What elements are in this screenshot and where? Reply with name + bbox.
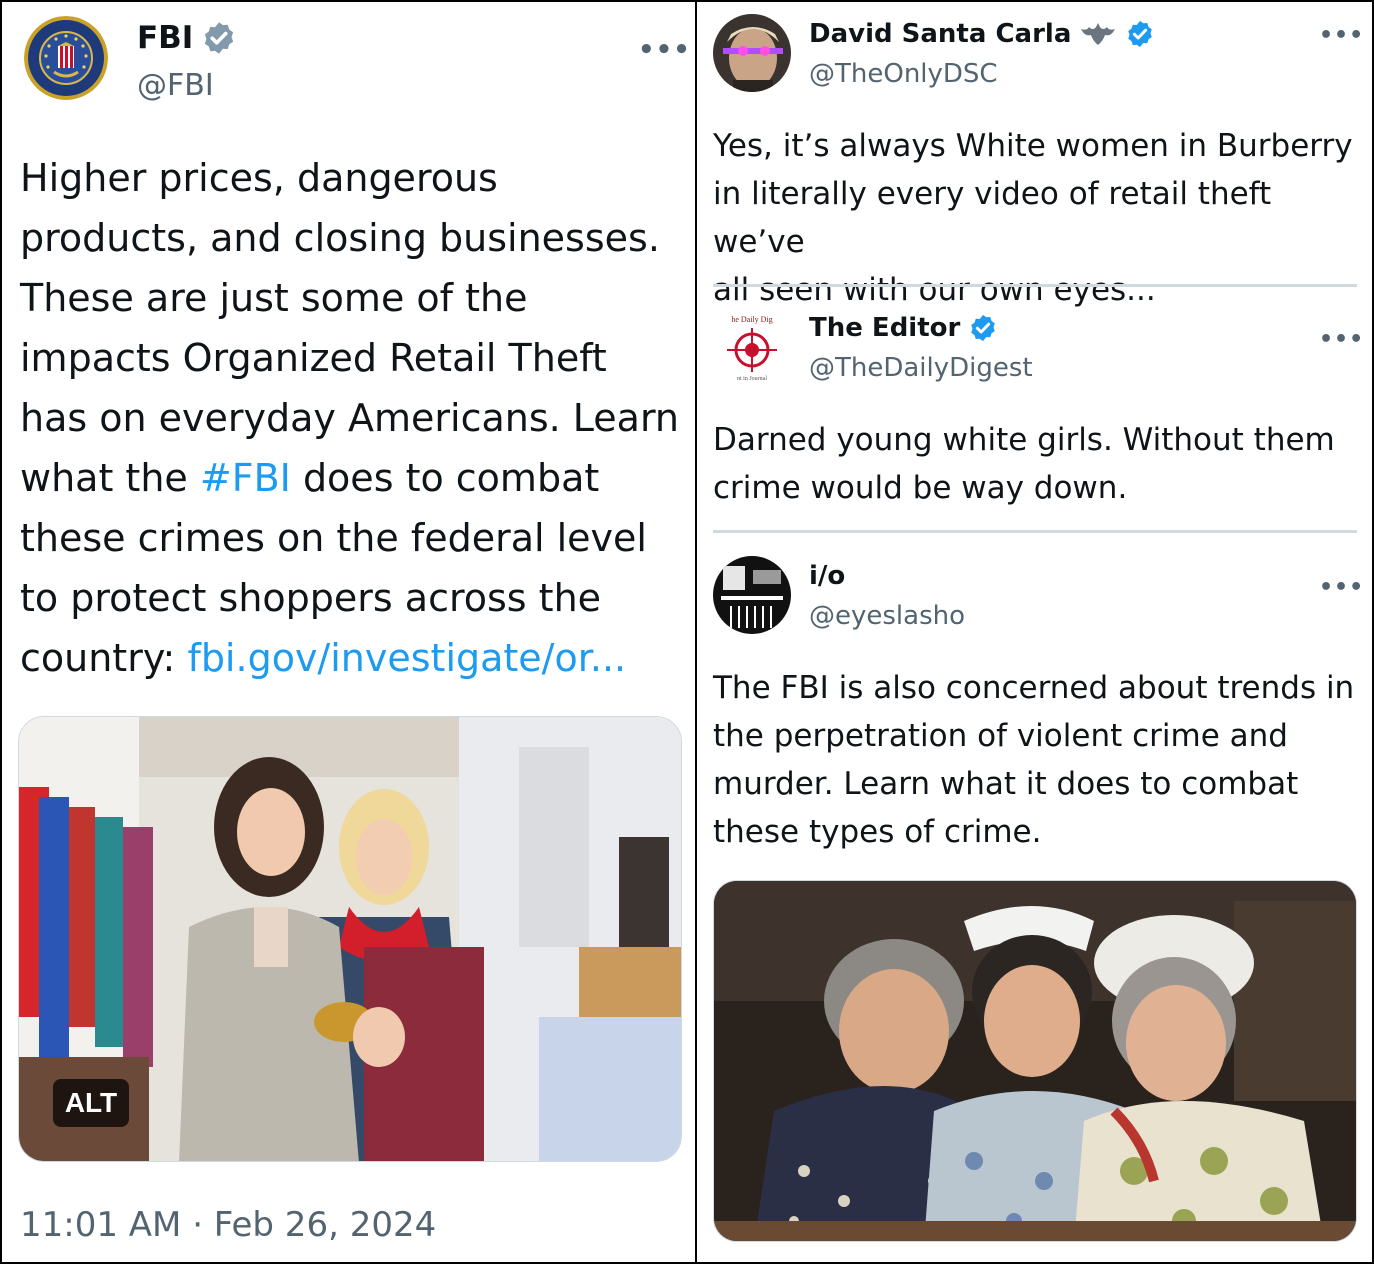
more-dots-icon[interactable]: ••• (1319, 25, 1364, 47)
verified-blue-badge-icon[interactable] (968, 313, 998, 343)
post-image-shoppers[interactable]: ALT (18, 716, 682, 1162)
reply-text: Darned young white girls. Without them c… (713, 422, 1335, 506)
svg-text:nt in Journal: nt in Journal (737, 376, 767, 382)
reply-separator (713, 284, 1357, 287)
reply-author-name[interactable]: David Santa Carla (809, 16, 1155, 52)
post-text-part-1: Higher prices, dangerous products, and c… (20, 156, 679, 500)
external-link[interactable]: fbi.gov/investigate/or... (187, 636, 626, 680)
bat-icon (1079, 21, 1117, 47)
reply-author-handle[interactable]: @TheDailyDigest (809, 350, 1033, 386)
reply-text: The FBI is also concerned about trends i… (713, 670, 1355, 850)
verified-blue-badge-icon[interactable] (1125, 19, 1155, 49)
author-name-text: FBI (137, 20, 194, 56)
reply-avatar-editor[interactable]: he Daily Dig nt in Journal (713, 308, 791, 386)
reply-author-name-text: David Santa Carla (809, 19, 1072, 49)
reply-separator (713, 530, 1357, 533)
post-timestamp[interactable]: 11:01 AM · Feb 26, 2024 (20, 1202, 436, 1248)
fbi-seal-avatar[interactable] (24, 16, 108, 100)
main-post: FBI @FBI ••• Higher prices, dangerous pr… (2, 2, 695, 1262)
reply-avatar-david[interactable] (713, 14, 791, 92)
author-name[interactable]: FBI (137, 16, 237, 60)
verified-gray-badge-icon[interactable] (201, 20, 237, 56)
hashtag-link[interactable]: #FBI (200, 456, 291, 500)
more-dots-icon[interactable]: ••• (1319, 329, 1364, 351)
more-dots-icon[interactable]: ••• (638, 37, 691, 63)
author-handle[interactable]: @FBI (137, 66, 214, 106)
alt-text-button[interactable]: ALT (53, 1079, 129, 1127)
more-dots-icon[interactable]: ••• (1319, 577, 1364, 599)
reply-author-name-text: The Editor (809, 313, 961, 343)
reply-author-name[interactable]: i/o (809, 558, 845, 594)
reply-author-handle[interactable]: @eyeslasho (809, 598, 965, 634)
replies-panel: David Santa Carla @TheOnlyDSC ••• Yes, i… (697, 2, 1372, 1262)
reply-author-name-text: i/o (809, 561, 846, 591)
svg-text:he Daily Dig: he Daily Dig (731, 315, 772, 324)
reply-avatar-io[interactable] (713, 556, 791, 634)
reply-image-elderly-women[interactable] (713, 880, 1357, 1242)
reply-author-handle[interactable]: @TheOnlyDSC (809, 56, 998, 92)
post-text: Higher prices, dangerous products, and c… (20, 148, 690, 688)
reply-author-name[interactable]: The Editor (809, 310, 998, 346)
